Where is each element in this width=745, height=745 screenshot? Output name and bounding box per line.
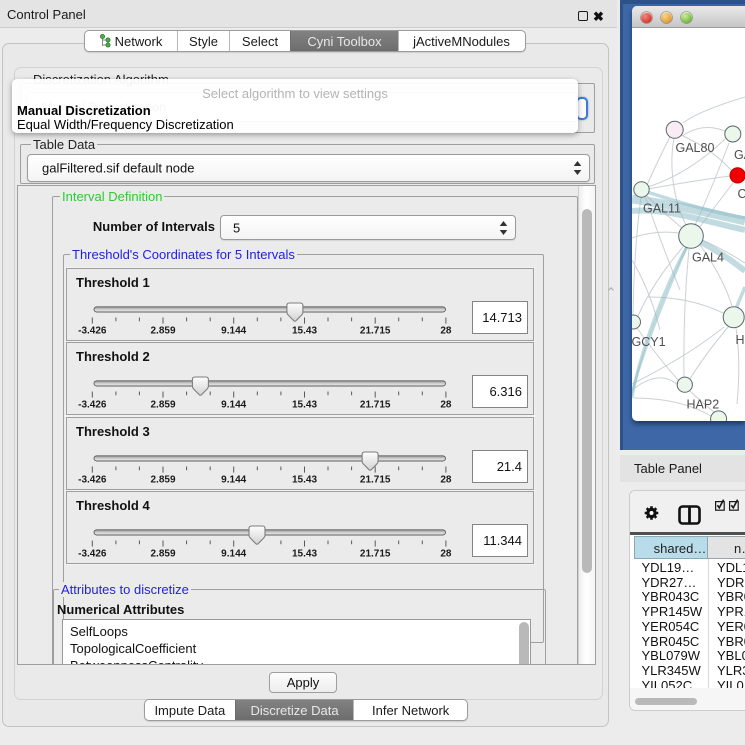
svg-text:15.43: 15.43 bbox=[292, 400, 317, 411]
svg-text:2.859: 2.859 bbox=[150, 549, 175, 560]
svg-text:GAL4: GAL4 bbox=[692, 251, 724, 265]
svg-text:28: 28 bbox=[440, 326, 452, 337]
svg-text:28: 28 bbox=[440, 475, 452, 486]
svg-text:-3.426: -3.426 bbox=[78, 400, 107, 411]
svg-text:9.144: 9.144 bbox=[221, 549, 246, 560]
svg-text:15.43: 15.43 bbox=[292, 549, 317, 560]
svg-text:-3.426: -3.426 bbox=[78, 549, 107, 560]
svg-text:9.144: 9.144 bbox=[221, 400, 246, 411]
svg-text:28: 28 bbox=[440, 549, 452, 560]
svg-text:GAL80: GAL80 bbox=[676, 141, 715, 155]
svg-text:21.715: 21.715 bbox=[360, 475, 391, 486]
svg-text:HAP2: HAP2 bbox=[687, 398, 720, 412]
svg-text:15.43: 15.43 bbox=[292, 326, 317, 337]
svg-text:15.43: 15.43 bbox=[292, 475, 317, 486]
svg-text:H: H bbox=[736, 333, 745, 347]
svg-text:9.144: 9.144 bbox=[221, 326, 246, 337]
svg-text:C: C bbox=[738, 187, 745, 201]
svg-text:-3.426: -3.426 bbox=[78, 475, 107, 486]
svg-text:2.859: 2.859 bbox=[150, 475, 175, 486]
svg-text:GA: GA bbox=[734, 148, 745, 162]
svg-text:-3.426: -3.426 bbox=[78, 326, 107, 337]
svg-text:GCY1: GCY1 bbox=[632, 335, 666, 349]
svg-text:GAL11: GAL11 bbox=[643, 202, 681, 216]
svg-text:21.715: 21.715 bbox=[360, 400, 391, 411]
svg-text:2.859: 2.859 bbox=[150, 400, 175, 411]
svg-text:28: 28 bbox=[440, 400, 452, 411]
svg-text:9.144: 9.144 bbox=[221, 475, 246, 486]
svg-text:21.715: 21.715 bbox=[360, 549, 391, 560]
svg-text:21.715: 21.715 bbox=[360, 326, 391, 337]
svg-text:2.859: 2.859 bbox=[150, 326, 175, 337]
